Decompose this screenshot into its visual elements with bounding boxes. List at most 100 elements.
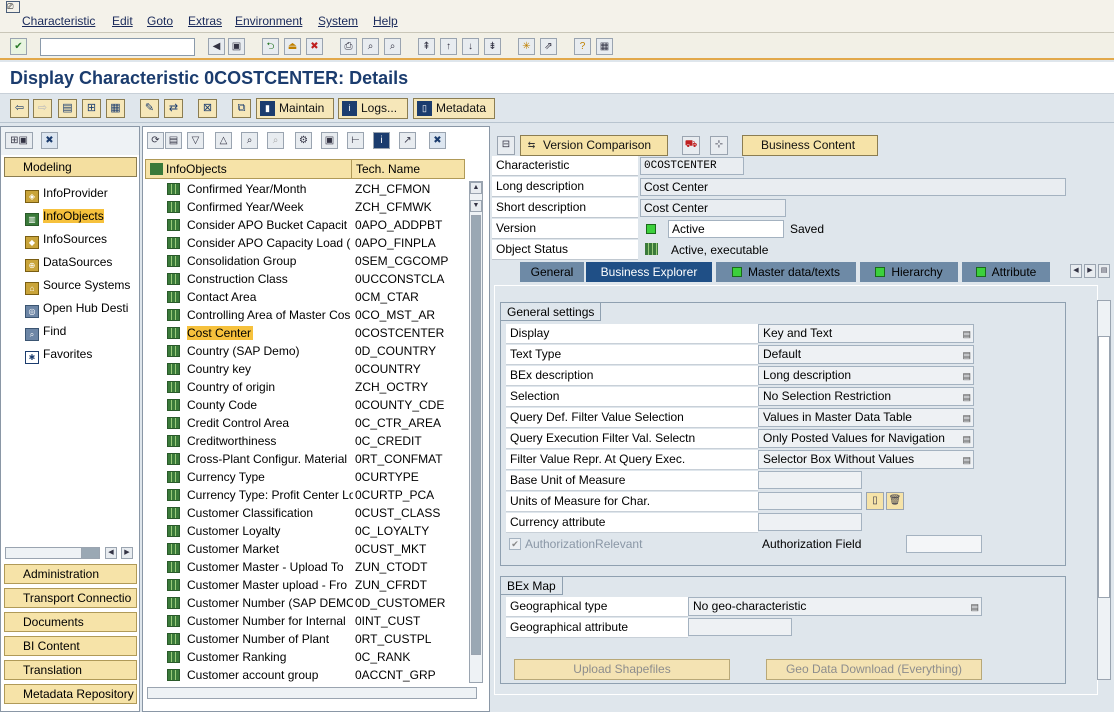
tree-row[interactable]: Customer Classification 0CUST_CLASS <box>143 504 469 522</box>
hierarchy-icon[interactable]: ⊟ <box>497 136 515 155</box>
nav-scroll-thumb[interactable] <box>81 547 100 559</box>
tab-business-explorer[interactable]: Business Explorer <box>586 262 712 282</box>
nav-item-find[interactable]: ⌕ Find <box>25 324 137 341</box>
tree-row[interactable]: Cost Center 0COSTCENTER <box>143 324 469 342</box>
nav-item-source-systems[interactable]: ⌂ Source Systems <box>25 278 137 295</box>
tree-row[interactable]: Cross-Plant Configur. Material 0RT_CONFMA… <box>143 450 469 468</box>
transport-icon[interactable]: ⛟ <box>682 136 700 155</box>
scroll-up-icon[interactable]: ▲ <box>470 182 482 194</box>
general-setting-dropdown[interactable]: Selector Box Without Values <box>758 450 974 469</box>
help-icon[interactable]: ? <box>574 38 591 55</box>
tab-scroll-right-icon[interactable]: ▶ <box>1084 264 1096 278</box>
business-content-button[interactable]: Business Content <box>742 135 878 156</box>
settings-icon[interactable]: ⚙ <box>295 132 312 149</box>
tree-row[interactable]: Customer account group 0ACCNT_GRP <box>143 666 469 684</box>
long-description-field[interactable]: Cost Center <box>640 178 1066 196</box>
tab-general[interactable]: General <box>520 262 584 282</box>
where-used-icon[interactable]: ⊠ <box>198 99 217 118</box>
delete-icon[interactable]: 🗑 <box>886 492 904 510</box>
scroll-right-icon[interactable]: ▶ <box>121 547 133 559</box>
nav-modeling-button[interactable]: Modeling <box>4 157 137 177</box>
close-icon[interactable]: ✖ <box>429 132 446 149</box>
metadata-button[interactable]: ▯ Metadata <box>413 98 495 119</box>
create-icon[interactable]: ▯ <box>866 492 884 510</box>
forward-arrow-icon[interactable]: ⇨ <box>33 99 52 118</box>
column-header-infoobjects[interactable]: InfoObjects <box>145 159 353 179</box>
geographical-attribute-field[interactable] <box>688 618 792 636</box>
table-icon[interactable]: ▤ <box>58 99 77 118</box>
tab-list-icon[interactable]: ▤ <box>1098 264 1110 278</box>
menu-characteristic[interactable]: Characteristic <box>22 14 95 28</box>
create-session-icon[interactable]: ✳ <box>518 38 535 55</box>
command-field[interactable] <box>40 38 195 56</box>
tree-row[interactable]: Customer Market 0CUST_MKT <box>143 540 469 558</box>
tree-row[interactable]: Customer Loyalty 0C_LOYALTY <box>143 522 469 540</box>
general-setting-dropdown[interactable]: Key and Text <box>758 324 974 343</box>
back-arrow-icon[interactable]: ⇦ <box>10 99 29 118</box>
tree-row[interactable]: Customer Number (SAP DEMO 0D_CUSTOMER <box>143 594 469 612</box>
tree-scroll-thumb[interactable] <box>471 215 481 655</box>
scroll-down-icon[interactable]: ▼ <box>470 200 482 212</box>
geo-data-download-button[interactable]: Geo Data Download (Everything) <box>766 659 982 680</box>
upload-shapefiles-button[interactable]: Upload Shapefiles <box>514 659 730 680</box>
geographical-type-dropdown[interactable]: No geo-characteristic <box>688 597 982 616</box>
tree-row[interactable]: Credit Control Area 0C_CTR_AREA <box>143 414 469 432</box>
tree-row[interactable]: Consider APO Bucket Capacit 0APO_ADDPBT <box>143 216 469 234</box>
sap-menu-icon[interactable]: ⎚ <box>6 1 20 13</box>
first-page-icon[interactable]: ⇞ <box>418 38 435 55</box>
menu-system[interactable]: System <box>318 14 358 28</box>
pin-icon[interactable]: ↗ <box>399 132 416 149</box>
tree-row[interactable]: Consolidation Group 0SEM_CGCOMP <box>143 252 469 270</box>
nav-item-datasources[interactable]: ⊕ DataSources <box>25 255 137 272</box>
hierarchy-icon[interactable]: ⊞ <box>82 99 101 118</box>
nav-metadata-repository-button[interactable]: Metadata Repository <box>4 684 137 704</box>
tree-row[interactable]: Contact Area 0CM_CTAR <box>143 288 469 306</box>
back-arrow-icon[interactable]: ◀ <box>208 38 225 55</box>
network-icon[interactable]: ⊹ <box>710 136 728 155</box>
tree-row[interactable]: Currency Type 0CURTYPE <box>143 468 469 486</box>
menu-edit[interactable]: Edit <box>112 14 133 28</box>
tree-row[interactable]: Creditworthiness 0C_CREDIT <box>143 432 469 450</box>
shortcut-icon[interactable]: ⇗ <box>540 38 557 55</box>
tree-row[interactable]: Customer Number of Plant 0RT_CUSTPL <box>143 630 469 648</box>
authorization-field[interactable] <box>906 535 982 553</box>
tree-row[interactable]: Country of origin ZCH_OCTRY <box>143 378 469 396</box>
tree-row[interactable]: Customer Ranking 0C_RANK <box>143 648 469 666</box>
back-icon[interactable]: ⮌ <box>262 38 279 55</box>
nav-item-favorites[interactable]: ✱ Favorites <box>25 347 137 364</box>
grid-icon[interactable]: ▦ <box>106 99 125 118</box>
tab-scroll-left-icon[interactable]: ◀ <box>1070 264 1082 278</box>
nav-item-open-hub[interactable]: ◎ Open Hub Desti <box>25 301 137 318</box>
menu-environment[interactable]: Environment <box>235 14 302 28</box>
scroll-left-icon[interactable]: ◀ <box>105 547 117 559</box>
tree-icon[interactable]: ⊢ <box>347 132 364 149</box>
save-icon[interactable]: ▣ <box>228 38 245 55</box>
general-setting-dropdown[interactable]: No Selection Restriction <box>758 387 974 406</box>
nav-transport-button[interactable]: Transport Connectio <box>4 588 137 608</box>
close-icon[interactable]: ✖ <box>41 132 58 149</box>
tree-row[interactable]: County Code 0COUNTY_CDE <box>143 396 469 414</box>
menu-help[interactable]: Help <box>373 14 398 28</box>
last-page-icon[interactable]: ⇟ <box>484 38 501 55</box>
copy-icon[interactable]: ⧉ <box>232 99 251 118</box>
column-header-tech-name[interactable]: Tech. Name <box>351 159 465 179</box>
base-unit-field[interactable] <box>758 471 862 489</box>
exit-icon[interactable]: ⏏ <box>284 38 301 55</box>
nav-tree-icon[interactable]: ⊞▣ <box>5 132 33 149</box>
tree-row[interactable]: Construction Class 0UCCONSTCLA <box>143 270 469 288</box>
find-next-icon[interactable]: ⌕ <box>267 132 284 149</box>
next-page-icon[interactable]: ↓ <box>462 38 479 55</box>
layout-icon[interactable]: ▣ <box>321 132 338 149</box>
nav-translation-button[interactable]: Translation <box>4 660 137 680</box>
edit-icon[interactable]: ✎ <box>140 99 159 118</box>
general-setting-dropdown[interactable]: Long description <box>758 366 974 385</box>
prev-page-icon[interactable]: ↑ <box>440 38 457 55</box>
currency-attribute-field[interactable] <box>758 513 862 531</box>
tree-row[interactable]: Confirmed Year/Week ZCH_CFMWK <box>143 198 469 216</box>
cancel-icon[interactable]: ✖ <box>306 38 323 55</box>
maintain-button[interactable]: ▮ Maintain <box>256 98 334 119</box>
menu-goto[interactable]: Goto <box>147 14 173 28</box>
tree-row[interactable]: Customer Master upload - Fro ZUN_CFRDT <box>143 576 469 594</box>
find-icon[interactable]: ⌕ <box>241 132 258 149</box>
tree-row[interactable]: Country (SAP Demo) 0D_COUNTRY <box>143 342 469 360</box>
